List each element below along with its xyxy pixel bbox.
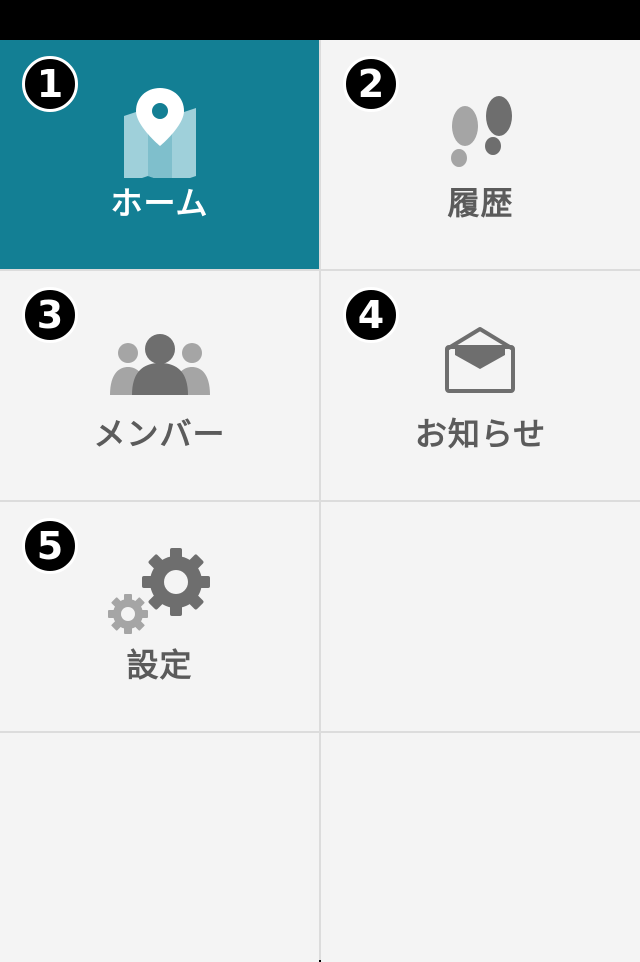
status-bar bbox=[0, 0, 640, 40]
menu-item-label: ホーム bbox=[110, 184, 209, 222]
item-number-badge: 5 bbox=[22, 518, 78, 574]
empty-tile bbox=[321, 733, 640, 962]
menu-item-label: 履歴 bbox=[447, 184, 514, 222]
menu-grid: 1 ホーム 2 履歴 3 メンバー 4 お知らせ 5 設定 bbox=[0, 40, 640, 962]
empty-tile bbox=[0, 733, 319, 962]
divider bbox=[0, 731, 640, 733]
gear-icon bbox=[108, 548, 210, 634]
divider bbox=[0, 500, 640, 502]
envelope-open-icon bbox=[445, 327, 515, 393]
item-number-badge: 3 bbox=[22, 287, 78, 343]
divider bbox=[0, 269, 640, 271]
footprints-icon bbox=[451, 96, 512, 167]
menu-item-settings[interactable]: 5 設定 bbox=[0, 502, 319, 731]
menu-item-label: メンバー bbox=[93, 415, 226, 453]
menu-item-history[interactable]: 2 履歴 bbox=[321, 40, 640, 269]
menu-item-label: 設定 bbox=[126, 646, 193, 684]
item-number-badge: 1 bbox=[22, 56, 78, 112]
menu-item-notices[interactable]: 4 お知らせ bbox=[321, 271, 640, 500]
item-number-badge: 4 bbox=[343, 287, 399, 343]
empty-tile bbox=[321, 502, 640, 731]
menu-item-home[interactable]: 1 ホーム bbox=[0, 40, 319, 269]
menu-item-members[interactable]: 3 メンバー bbox=[0, 271, 319, 500]
menu-item-label: お知らせ bbox=[414, 415, 547, 453]
map-pin-icon bbox=[124, 88, 196, 178]
members-icon bbox=[110, 334, 210, 395]
item-number-badge: 2 bbox=[343, 56, 399, 112]
